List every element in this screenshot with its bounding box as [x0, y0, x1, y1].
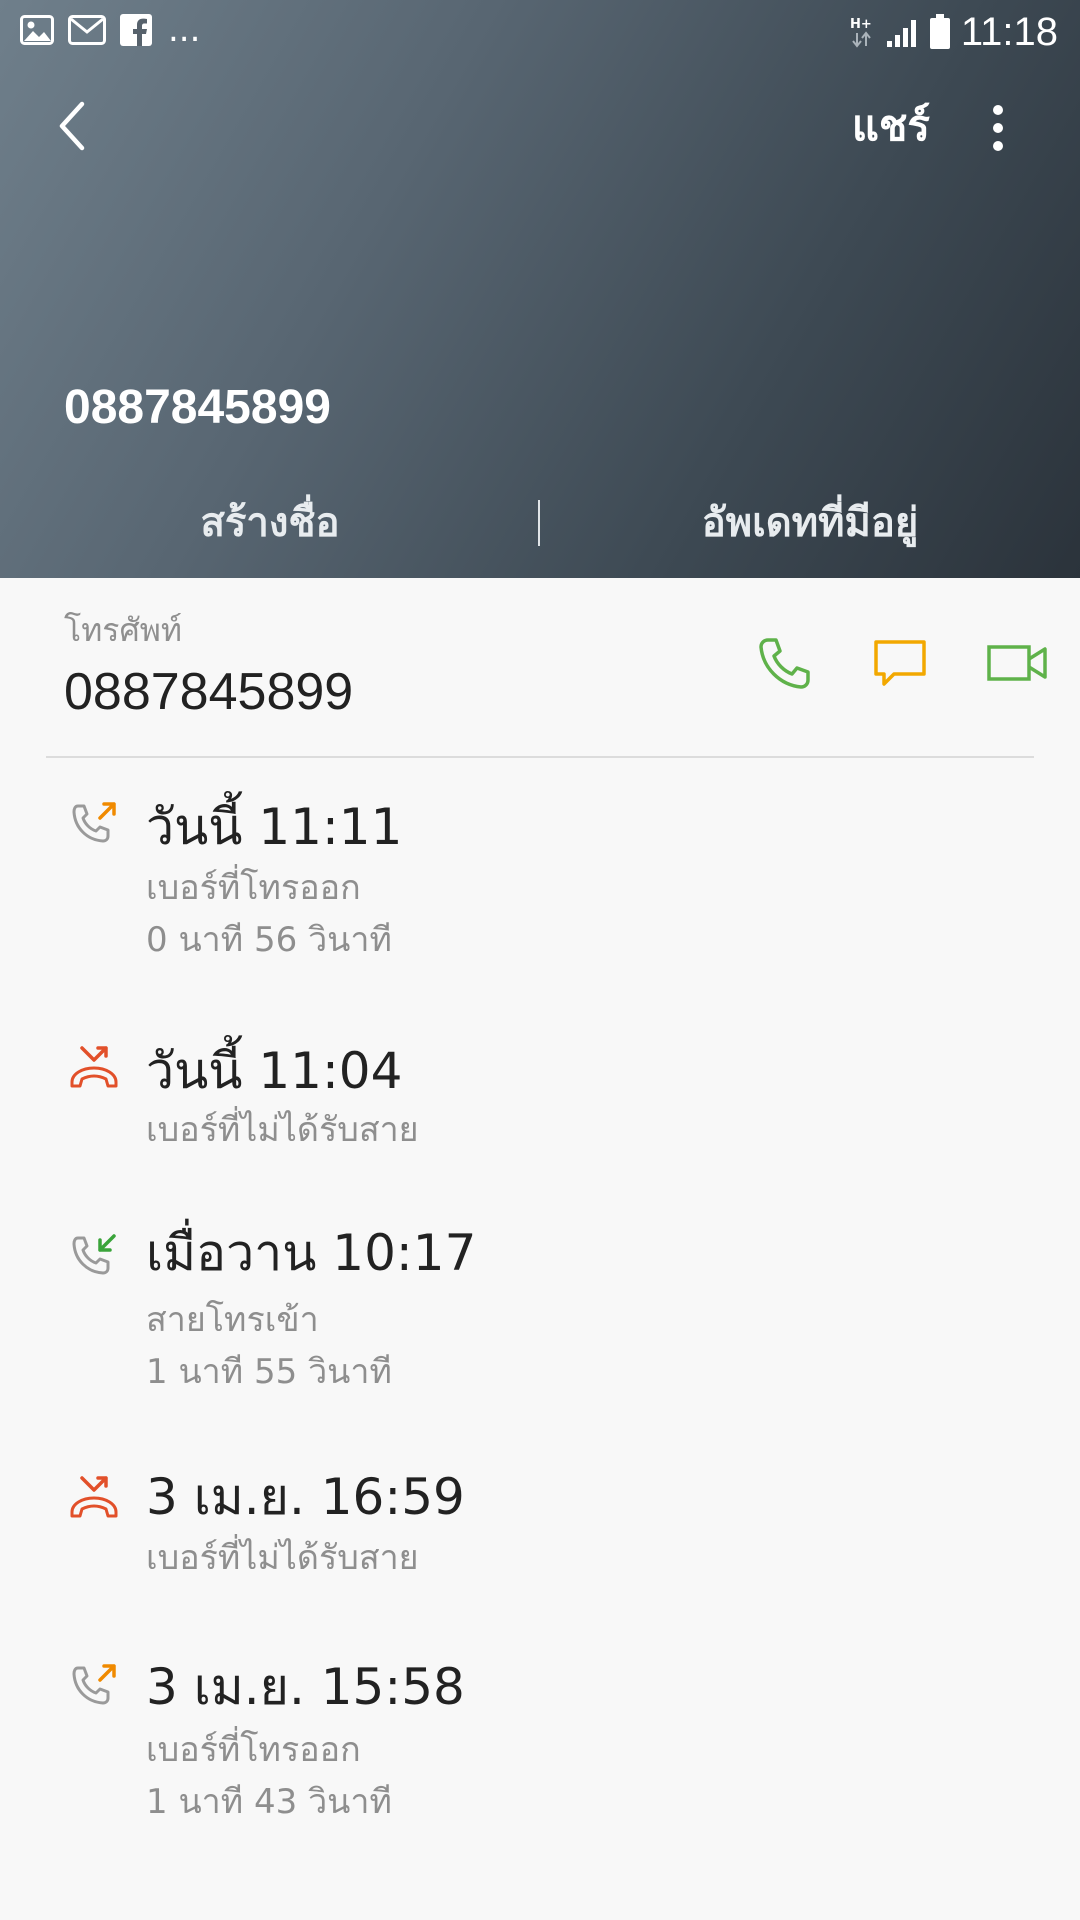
- back-arrow-icon: [59, 101, 85, 151]
- battery-icon: [929, 14, 950, 49]
- svg-text:H+: H+: [850, 17, 872, 32]
- contact-title-number: 0887845899: [64, 381, 331, 434]
- signal-icon: [886, 20, 916, 47]
- call-log-item[interactable]: 3 เม.ย. 15:58 เบอร์ที่โทรออก 1 นาที 43 ว…: [0, 1656, 1080, 1836]
- gallery-icon: [20, 15, 54, 45]
- incoming-call-icon: [72, 1234, 116, 1275]
- outgoing-call-icon: [72, 802, 116, 843]
- contact-actions: สร้างชื่อ อัพเดทที่มีอยู่: [0, 488, 1080, 558]
- call-type: เบอร์ที่โทรออก: [146, 868, 361, 908]
- call-type: เบอร์ที่โทรออก: [146, 1730, 361, 1770]
- more-vert-icon: [993, 105, 1003, 151]
- section-divider: [46, 756, 1034, 758]
- contact-header: ... H+ 11:18 แชร์ 0887845899 สร้างชื่อ อ…: [0, 0, 1080, 578]
- create-contact-button[interactable]: สร้างชื่อ: [0, 488, 540, 558]
- more-options-button[interactable]: [988, 100, 1008, 156]
- missed-call-icon: [70, 1046, 118, 1088]
- call-log-item[interactable]: วันนี้ 11:04 เบอร์ที่ไม่ได้รับสาย: [0, 1034, 1080, 1164]
- facebook-icon: [120, 14, 152, 46]
- call-time: 3 เม.ย. 16:59: [146, 1468, 465, 1526]
- call-log-item[interactable]: วันนี้ 11:11 เบอร์ที่โทรออก 0 นาที 56 วิ…: [0, 790, 1080, 970]
- status-time: 11:18: [960, 10, 1058, 54]
- phone-section: โทรศัพท์ 0887845899: [0, 578, 1080, 758]
- call-button[interactable]: [754, 634, 814, 694]
- phone-label: โทรศัพท์: [64, 611, 182, 649]
- call-duration: 0 นาที 56 วินาที: [146, 920, 392, 960]
- call-time: วันนี้ 11:04: [146, 1042, 403, 1100]
- call-log-item[interactable]: เมื่อวาน 10:17 สายโทรเข้า 1 นาที 55 วินา…: [0, 1222, 1080, 1402]
- mail-icon: [68, 15, 106, 45]
- outgoing-call-icon: [72, 1664, 116, 1705]
- missed-call-icon: [70, 1476, 118, 1518]
- call-type: เบอร์ที่ไม่ได้รับสาย: [146, 1538, 419, 1578]
- share-button[interactable]: แชร์: [852, 98, 930, 154]
- call-type: สายโทรเข้า: [146, 1300, 319, 1340]
- more-notifications: ...: [168, 10, 201, 50]
- status-bar: ... H+ 11:18: [0, 0, 1080, 64]
- message-button[interactable]: [870, 634, 930, 694]
- call-duration: 1 นาที 43 วินาที: [146, 1782, 392, 1822]
- call-time: วันนี้ 11:11: [146, 798, 403, 856]
- phone-number: 0887845899: [64, 663, 354, 721]
- network-hplus-icon: H+: [850, 17, 872, 48]
- video-call-button[interactable]: [986, 634, 1050, 694]
- call-time: เมื่อวาน 10:17: [146, 1224, 477, 1282]
- call-time: 3 เม.ย. 15:58: [146, 1658, 465, 1716]
- phone-icon: [759, 638, 810, 689]
- update-existing-button[interactable]: อัพเดทที่มีอยู่: [540, 488, 1080, 558]
- call-duration: 1 นาที 55 วินาที: [146, 1352, 392, 1392]
- call-type: เบอร์ที่ไม่ได้รับสาย: [146, 1110, 419, 1150]
- back-button[interactable]: [48, 96, 98, 156]
- video-call-icon: [987, 645, 1047, 681]
- call-log-item[interactable]: 3 เม.ย. 16:59 เบอร์ที่ไม่ได้รับสาย: [0, 1466, 1080, 1596]
- message-icon: [874, 640, 926, 686]
